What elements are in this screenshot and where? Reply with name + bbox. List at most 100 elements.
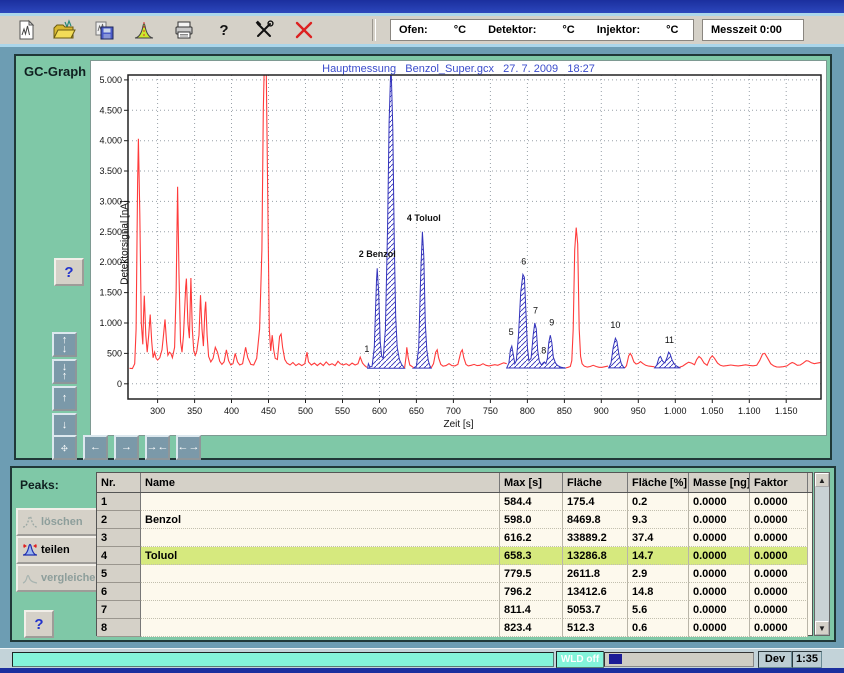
table-cell[interactable]: 33889.2 xyxy=(563,529,628,547)
table-cell[interactable]: 37.4 xyxy=(628,529,689,547)
print-button[interactable] xyxy=(172,19,196,41)
table-cell[interactable]: 779.5 xyxy=(500,565,563,583)
pan-left-button[interactable]: ← xyxy=(83,435,108,460)
zoom-in-horizontal-button[interactable]: →← xyxy=(145,435,170,460)
pan-all-button[interactable]: ↔↕ xyxy=(52,435,77,460)
table-cell[interactable]: 2.9 xyxy=(628,565,689,583)
table-cell[interactable]: 796.2 xyxy=(500,583,563,601)
table-cell[interactable]: 0.0000 xyxy=(689,601,750,619)
table-cell[interactable]: 14.8 xyxy=(628,583,689,601)
row-number-cell[interactable]: 1 xyxy=(97,493,141,511)
zoom-out-horizontal-button[interactable]: ←→ xyxy=(176,435,201,460)
table-cell[interactable]: 0.0000 xyxy=(689,583,750,601)
table-cell[interactable]: 8469.8 xyxy=(563,511,628,529)
row-number-cell[interactable]: 2 xyxy=(97,511,141,529)
row-number-cell[interactable]: 7 xyxy=(97,601,141,619)
delete-peak-button[interactable]: löschen xyxy=(16,508,104,536)
table-cell[interactable]: 0.6 xyxy=(628,619,689,637)
split-peak-button[interactable]: teilen xyxy=(16,536,104,564)
peaks-table[interactable]: Nr.NameMax [s]FlächeFläche [%]Masse [ng]… xyxy=(96,472,813,636)
column-header[interactable]: Masse [ng] xyxy=(689,473,750,492)
table-cell[interactable] xyxy=(141,529,500,547)
table-cell[interactable]: 823.4 xyxy=(500,619,563,637)
table-cell[interactable]: 14.7 xyxy=(628,547,689,565)
table-row[interactable]: 7811.45053.75.60.00000.0000 xyxy=(97,601,812,619)
table-cell[interactable]: 616.2 xyxy=(500,529,563,547)
table-cell[interactable]: 0.0000 xyxy=(689,511,750,529)
table-cell[interactable]: 5053.7 xyxy=(563,601,628,619)
table-row[interactable]: 8823.4512.30.60.00000.0000 xyxy=(97,619,812,637)
column-header[interactable]: Fläche xyxy=(563,473,628,492)
table-cell[interactable]: 0.0000 xyxy=(750,583,808,601)
table-cell[interactable]: 0.0000 xyxy=(750,529,808,547)
zoom-out-vertical-button[interactable]: ↑ ↓ xyxy=(52,332,77,357)
row-number-cell[interactable]: 6 xyxy=(97,583,141,601)
row-number-cell[interactable]: 4 xyxy=(97,547,141,565)
table-cell[interactable]: 658.3 xyxy=(500,547,563,565)
table-cell[interactable]: Toluol xyxy=(141,547,500,565)
table-row[interactable]: 5779.52611.82.90.00000.0000 xyxy=(97,565,812,583)
table-cell[interactable]: 0.0000 xyxy=(750,619,808,637)
scroll-up-button[interactable]: ▲ xyxy=(815,473,829,487)
scroll-down-button[interactable]: ▼ xyxy=(815,621,829,635)
table-cell[interactable]: 13286.8 xyxy=(563,547,628,565)
help-button[interactable]: ? xyxy=(212,19,236,41)
row-number-cell[interactable]: 5 xyxy=(97,565,141,583)
table-cell[interactable]: 0.0000 xyxy=(750,547,808,565)
abort-button[interactable] xyxy=(292,19,316,41)
column-header[interactable]: Max [s] xyxy=(500,473,563,492)
column-header[interactable]: Name xyxy=(141,473,500,492)
table-cell[interactable] xyxy=(141,601,500,619)
table-cell[interactable] xyxy=(141,565,500,583)
table-cell[interactable] xyxy=(141,619,500,637)
row-number-cell[interactable]: 3 xyxy=(97,529,141,547)
table-cell[interactable]: 0.0000 xyxy=(689,619,750,637)
column-header[interactable]: Faktor xyxy=(750,473,808,492)
table-cell[interactable]: 584.4 xyxy=(500,493,563,511)
table-row[interactable]: 4Toluol658.313286.814.70.00000.0000 xyxy=(97,547,812,565)
table-scrollbar[interactable]: ▲ ▼ xyxy=(814,472,830,636)
table-cell[interactable]: 598.0 xyxy=(500,511,563,529)
table-cell[interactable]: 0.0000 xyxy=(750,493,808,511)
column-header[interactable]: Fläche [%] xyxy=(628,473,689,492)
svg-text:750: 750 xyxy=(483,406,498,416)
compare-peak-button[interactable]: vergleichen xyxy=(16,564,104,592)
table-cell[interactable] xyxy=(141,583,500,601)
peaks-help-button[interactable]: ? xyxy=(24,610,54,638)
row-number-cell[interactable]: 8 xyxy=(97,619,141,637)
chromatogram-chart[interactable]: 3003504004505005506006507007508008509009… xyxy=(90,60,827,436)
table-cell[interactable]: Benzol xyxy=(141,511,500,529)
table-row[interactable]: 1584.4175.40.20.00000.0000 xyxy=(97,493,812,511)
new-curve-button[interactable] xyxy=(14,19,38,41)
table-row[interactable]: 2Benzol598.08469.89.30.00000.0000 xyxy=(97,511,812,529)
table-cell[interactable]: 0.2 xyxy=(628,493,689,511)
graph-help-button[interactable]: ? xyxy=(54,258,84,286)
settings-button[interactable] xyxy=(252,19,276,41)
table-cell[interactable]: 13412.6 xyxy=(563,583,628,601)
table-cell[interactable]: 9.3 xyxy=(628,511,689,529)
column-header[interactable]: Nr. xyxy=(97,473,141,492)
measure-button[interactable] xyxy=(132,19,156,41)
table-cell[interactable]: 512.3 xyxy=(563,619,628,637)
table-cell[interactable]: 0.0000 xyxy=(689,547,750,565)
table-cell[interactable]: 0.0000 xyxy=(750,511,808,529)
table-cell[interactable]: 2611.8 xyxy=(563,565,628,583)
open-curve-button[interactable] xyxy=(52,19,76,41)
table-cell[interactable]: 0.0000 xyxy=(750,601,808,619)
table-cell[interactable]: 0.0000 xyxy=(750,565,808,583)
zoom-in-vertical-button[interactable]: ↓ ↑ xyxy=(52,359,77,384)
pan-up-button[interactable]: ↑ xyxy=(52,386,77,411)
table-cell[interactable] xyxy=(141,493,500,511)
table-cell[interactable]: 5.6 xyxy=(628,601,689,619)
wld-status-button[interactable]: WLD off xyxy=(556,651,604,668)
save-curve-button[interactable] xyxy=(92,19,116,41)
table-cell[interactable]: 0.0000 xyxy=(689,529,750,547)
chromatogram-plot[interactable]: 3003504004505005506006507007508008509009… xyxy=(91,61,828,437)
table-row[interactable]: 3616.233889.237.40.00000.0000 xyxy=(97,529,812,547)
pan-right-button[interactable]: → xyxy=(114,435,139,460)
table-cell[interactable]: 175.4 xyxy=(563,493,628,511)
table-cell[interactable]: 811.4 xyxy=(500,601,563,619)
table-cell[interactable]: 0.0000 xyxy=(689,565,750,583)
table-row[interactable]: 6796.213412.614.80.00000.0000 xyxy=(97,583,812,601)
table-cell[interactable]: 0.0000 xyxy=(689,493,750,511)
